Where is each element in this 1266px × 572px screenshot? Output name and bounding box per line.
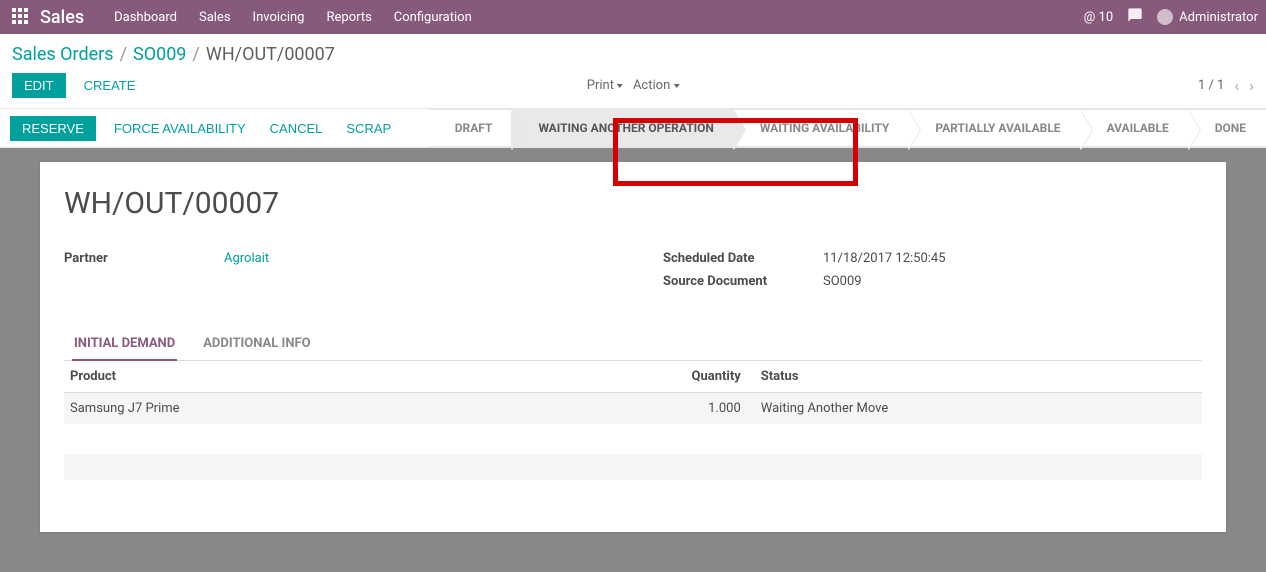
status-partially-available[interactable]: PARTIALLY AVAILABLE — [909, 109, 1080, 147]
col-product: Product — [64, 361, 576, 393]
source-document-value: SO009 — [823, 274, 862, 289]
nav-dashboard[interactable]: Dashboard — [114, 10, 177, 25]
mention-badge[interactable]: @ 10 — [1084, 10, 1114, 25]
brand-title: Sales — [40, 7, 84, 28]
record-title: WH/OUT/00007 — [64, 186, 1202, 221]
action-band: RESERVE FORCE AVAILABILITY CANCEL SCRAP … — [0, 108, 1266, 148]
tabs: INITIAL DEMAND ADDITIONAL INFO — [64, 327, 1202, 361]
partner-link[interactable]: Agrolait — [224, 251, 269, 266]
scheduled-date-label: Scheduled Date — [663, 251, 823, 266]
table-footer-row — [64, 454, 1202, 480]
partner-label: Partner — [64, 251, 224, 266]
chat-icon[interactable] — [1127, 7, 1143, 27]
print-dropdown[interactable]: Print — [587, 78, 623, 93]
user-menu[interactable]: Administrator — [1157, 9, 1258, 25]
tab-initial-demand[interactable]: INITIAL DEMAND — [72, 328, 177, 361]
pager-next-icon[interactable]: › — [1249, 76, 1254, 95]
status-waiting-availability[interactable]: WAITING AVAILABILITY — [734, 109, 909, 147]
control-row: EDIT CREATE Print Action 1 / 1 ‹ › — [0, 69, 1266, 108]
nav-invoicing[interactable]: Invoicing — [253, 10, 305, 25]
breadcrumb-sep: / — [192, 44, 199, 65]
cell-status: Waiting Another Move — [747, 393, 1202, 425]
form-canvas: WH/OUT/00007 Partner Agrolait Scheduled … — [0, 148, 1266, 572]
reserve-button[interactable]: RESERVE — [10, 116, 96, 141]
breadcrumb-current: WH/OUT/00007 — [206, 44, 335, 65]
pager-prev-icon[interactable]: ‹ — [1234, 76, 1239, 95]
scheduled-date-value: 11/18/2017 12:50:45 — [823, 251, 946, 266]
edit-button[interactable]: EDIT — [12, 73, 66, 98]
source-document-label: Source Document — [663, 274, 823, 289]
force-availability-button[interactable]: FORCE AVAILABILITY — [102, 109, 258, 147]
breadcrumb-so[interactable]: SO009 — [133, 44, 186, 65]
lines-table: Product Quantity Status Samsung J7 Prime… — [64, 361, 1202, 480]
nav-sales[interactable]: Sales — [199, 10, 231, 25]
col-status: Status — [747, 361, 1202, 393]
nav-right: @ 10 Administrator — [1084, 7, 1258, 27]
status-available[interactable]: AVAILABLE — [1081, 109, 1189, 147]
pager-text: 1 / 1 — [1198, 78, 1224, 93]
nav-reports[interactable]: Reports — [326, 10, 371, 25]
top-nav: Sales Dashboard Sales Invoicing Reports … — [0, 0, 1266, 34]
action-dropdown[interactable]: Action — [633, 78, 679, 93]
table-row[interactable]: Samsung J7 Prime 1.000 Waiting Another M… — [64, 393, 1202, 425]
create-button[interactable]: CREATE — [72, 73, 148, 98]
pager: 1 / 1 ‹ › — [1198, 76, 1254, 95]
cell-product: Samsung J7 Prime — [64, 393, 576, 425]
breadcrumb-sep: / — [120, 44, 127, 65]
nav-configuration[interactable]: Configuration — [394, 10, 472, 25]
field-grid: Partner Agrolait Scheduled Date 11/18/20… — [64, 251, 1202, 297]
breadcrumb-sales-orders[interactable]: Sales Orders — [12, 44, 114, 65]
breadcrumb-bar: Sales Orders / SO009 / WH/OUT/00007 — [0, 34, 1266, 69]
center-actions: Print Action — [587, 78, 680, 93]
nav-items: Dashboard Sales Invoicing Reports Config… — [114, 10, 472, 25]
status-bar: DRAFT WAITING ANOTHER OPERATION WAITING … — [429, 109, 1266, 147]
tab-additional-info[interactable]: ADDITIONAL INFO — [201, 328, 312, 361]
col-quantity: Quantity — [576, 361, 747, 393]
scrap-button[interactable]: SCRAP — [334, 109, 403, 147]
cell-quantity: 1.000 — [576, 393, 747, 425]
status-waiting-another-operation[interactable]: WAITING ANOTHER OPERATION — [512, 109, 733, 147]
form-sheet: WH/OUT/00007 Partner Agrolait Scheduled … — [40, 162, 1226, 532]
cancel-button[interactable]: CANCEL — [258, 109, 335, 147]
apps-icon[interactable] — [12, 8, 30, 26]
status-done[interactable]: DONE — [1189, 109, 1266, 147]
avatar-icon — [1157, 9, 1173, 25]
user-name: Administrator — [1179, 10, 1258, 25]
breadcrumb: Sales Orders / SO009 / WH/OUT/00007 — [12, 44, 335, 65]
status-draft[interactable]: DRAFT — [429, 109, 513, 147]
